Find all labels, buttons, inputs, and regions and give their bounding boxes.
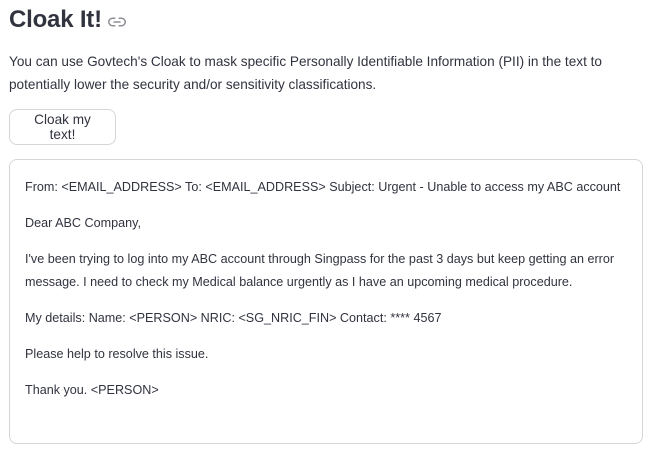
result-paragraph-signoff: Thank you. <PERSON>: [25, 383, 159, 397]
result-paragraph-header: From: <EMAIL_ADDRESS> To: <EMAIL_ADDRESS…: [25, 180, 621, 194]
result-paragraph-greeting: Dear ABC Company,: [25, 216, 141, 230]
intro-text: You can use Govtech's Cloak to mask spec…: [9, 54, 602, 92]
cloak-button[interactable]: Cloak my text!: [9, 109, 116, 145]
result-paragraph-request: Please help to resolve this issue.: [25, 347, 209, 361]
result-paragraph-details: My details: Name: <PERSON> NRIC: <SG_NRI…: [25, 311, 442, 325]
cloaked-text-output: From: <EMAIL_ADDRESS> To: <EMAIL_ADDRESS…: [9, 159, 643, 444]
title-row: Cloak It!: [9, 5, 126, 35]
result-paragraph-body: I've been trying to log into my ABC acco…: [25, 252, 615, 289]
page-title: Cloak It!: [9, 6, 102, 33]
link-icon[interactable]: [107, 13, 126, 31]
